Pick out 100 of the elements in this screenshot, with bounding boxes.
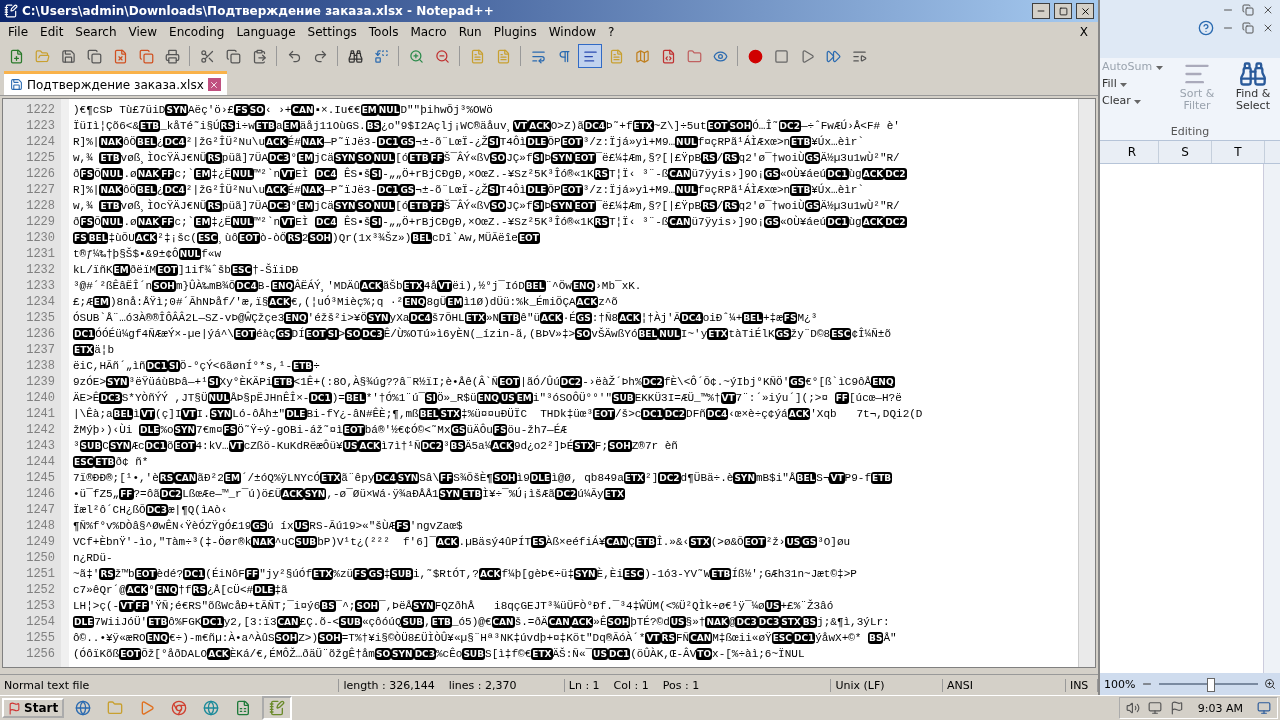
code-text: -„„Ö+rBjCÐgÐ,×OœZ.-¥Sz²5K³Îó®«1K bbox=[382, 166, 594, 182]
control-char-badge: SUB bbox=[339, 616, 362, 628]
control-char-badge: SOH bbox=[318, 632, 342, 644]
code-text: É# bbox=[287, 134, 301, 150]
control-char-badge: NUL bbox=[372, 200, 396, 212]
minimize-button[interactable] bbox=[1032, 3, 1050, 19]
ribbon-button[interactable]: Fill bbox=[1102, 77, 1166, 90]
restore-icon[interactable] bbox=[1242, 22, 1254, 34]
menu-item[interactable]: View bbox=[122, 25, 164, 39]
menu-item[interactable]: Plugins bbox=[487, 25, 543, 39]
column-header[interactable]: R bbox=[1106, 141, 1159, 163]
code-text: %o bbox=[160, 423, 174, 438]
control-char-badge: EOT bbox=[304, 328, 327, 340]
control-char-badge: ENQ bbox=[871, 376, 895, 388]
control-char-badge: SOH bbox=[606, 616, 631, 628]
close-button[interactable] bbox=[1076, 3, 1094, 19]
close-document-button[interactable]: X bbox=[1079, 25, 1096, 39]
control-char-badge: FF bbox=[244, 568, 260, 580]
control-char-badge: ESC bbox=[771, 632, 793, 644]
group-label: Editing bbox=[1169, 125, 1211, 140]
code-text: ì bbox=[133, 407, 140, 422]
control-char-badge: ETB bbox=[99, 152, 121, 164]
control-char-badge: ETB bbox=[871, 472, 893, 484]
speaker-icon[interactable] bbox=[1125, 701, 1140, 715]
menu-item[interactable]: Encoding bbox=[163, 25, 231, 39]
code-text: Ö»_R$ü bbox=[436, 391, 477, 406]
control-char-badge: NUL bbox=[658, 328, 681, 340]
flag-icon[interactable] bbox=[1169, 701, 1184, 715]
menu-item[interactable]: Search bbox=[69, 25, 123, 39]
code-text: õ bbox=[166, 439, 174, 454]
code-text: ùg bbox=[848, 167, 862, 182]
vertical-scrollbar[interactable] bbox=[1078, 99, 1095, 667]
zoom-slider-thumb[interactable] bbox=[1206, 678, 1215, 692]
menu-item[interactable]: Settings bbox=[301, 25, 363, 39]
code-text: oiÐˆ¼+ bbox=[702, 311, 743, 326]
code-text: þTÉ?©d bbox=[630, 614, 670, 630]
control-char-badge: SOH bbox=[274, 632, 299, 644]
control-char-badge: FS bbox=[492, 424, 508, 436]
find-select-button[interactable]: Find & Select bbox=[1228, 60, 1278, 123]
control-char-badge: CAN bbox=[605, 536, 629, 548]
close-icon[interactable] bbox=[1262, 4, 1274, 16]
code-text: 'Xqb 7t¬,DQi2(D bbox=[810, 407, 923, 422]
control-char-badge: GS bbox=[774, 328, 791, 340]
code-text: Ä½µ3u1wÙ²"R/ bbox=[820, 150, 900, 166]
control-char-badge: US bbox=[764, 600, 781, 612]
code-text: RS-Ãú19>«"šÙÆ bbox=[309, 518, 396, 534]
code-text: R]%| bbox=[73, 183, 100, 198]
maximize-button[interactable] bbox=[1054, 3, 1072, 19]
menu-item[interactable]: Window bbox=[542, 25, 603, 39]
notepad-icon[interactable] bbox=[4, 4, 18, 18]
menu-item[interactable]: Run bbox=[452, 25, 488, 39]
control-char-badge: GS bbox=[801, 536, 818, 548]
desktop-icon[interactable] bbox=[1257, 701, 1271, 715]
code-text: FQZðhÅ i8qçGEJT³¾üÜFÒ°Ðf.¯³4‡ŴÜM(<%Ü²QÌk÷ø€¹ÿ¯¼ø bbox=[434, 598, 765, 614]
code-text: EÌ bbox=[295, 166, 310, 182]
control-char-badge: RS bbox=[158, 472, 175, 484]
close-tab-icon[interactable] bbox=[207, 78, 221, 91]
close-icon[interactable] bbox=[1262, 22, 1274, 34]
control-char-badge: SYN bbox=[412, 600, 435, 612]
control-char-badge: SOH bbox=[355, 600, 380, 612]
zoom-in-icon[interactable] bbox=[1264, 678, 1276, 690]
line-number: 1253 bbox=[25, 598, 56, 614]
code-text: , bbox=[424, 615, 431, 630]
control-char-badge: RS bbox=[99, 568, 115, 580]
column-header[interactable]: T bbox=[1212, 141, 1265, 163]
control-char-badge: ENQ bbox=[154, 584, 179, 596]
restore-icon[interactable] bbox=[1242, 4, 1254, 16]
control-char-badge: FF bbox=[119, 488, 134, 500]
column-header[interactable]: S bbox=[1159, 141, 1212, 163]
control-char-badge: DC4 bbox=[315, 168, 338, 180]
control-char-badge: SO bbox=[490, 152, 507, 164]
menu-item[interactable]: Language bbox=[230, 25, 302, 39]
code-text: ú¼Ãy bbox=[577, 487, 604, 502]
control-char-badge: TO bbox=[696, 648, 713, 660]
menu-item[interactable]: Edit bbox=[34, 25, 70, 39]
code-text: ÈKá/€,ÉMÔŽ…ðäÜ¨õžgÊ†åm bbox=[229, 646, 375, 662]
control-char-badge: ESC bbox=[230, 264, 253, 276]
ribbon-button[interactable]: Clear bbox=[1102, 94, 1166, 107]
menu-item[interactable]: File bbox=[2, 25, 35, 39]
code-text: püã]7ÜA bbox=[221, 151, 269, 166]
control-char-badge: RS bbox=[723, 200, 739, 212]
file-tab[interactable]: Подтверждение заказа.xlsx bbox=[4, 71, 227, 95]
code-text: ì7ì†¹Ñ bbox=[381, 439, 421, 454]
control-char-badge: RS bbox=[701, 200, 717, 212]
start-button[interactable]: Start bbox=[2, 698, 65, 718]
help-icon[interactable] bbox=[1198, 20, 1214, 36]
control-char-badge: EOT bbox=[743, 536, 766, 548]
code-text: —P˜ïJë3- bbox=[324, 183, 378, 198]
code-text: F; bbox=[594, 439, 609, 454]
code-text: ð bbox=[73, 215, 80, 230]
vertical-scrollbar[interactable] bbox=[1263, 164, 1280, 673]
menu-item[interactable]: Macro bbox=[404, 25, 453, 39]
code-text: DÍ bbox=[291, 326, 305, 342]
control-char-badge: ACK bbox=[358, 440, 381, 452]
menu-item[interactable]: Tools bbox=[362, 25, 405, 39]
menu-item[interactable]: ? bbox=[602, 25, 621, 39]
control-char-badge: NUL bbox=[231, 168, 254, 180]
code-text: ü7ÿyis›]9O¡ bbox=[691, 167, 765, 182]
code-text: i"³óSOÔÜ°°'" bbox=[532, 390, 612, 406]
line-number: 1240 bbox=[25, 390, 56, 406]
